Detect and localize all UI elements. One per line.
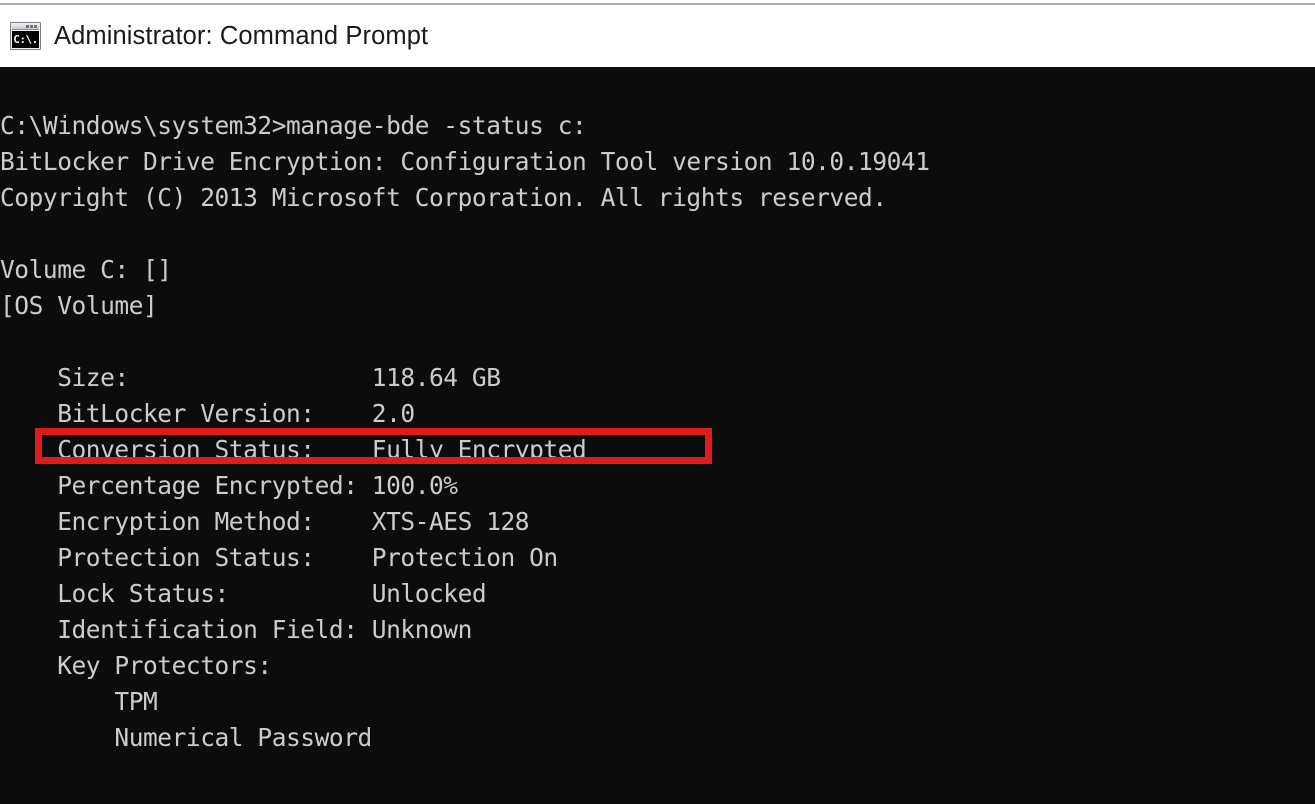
icon-window-buttons <box>26 25 37 28</box>
console-text: C:\Windows\system32>manage-bde -status c… <box>0 111 930 752</box>
command-prompt-icon: C:\. <box>10 22 41 50</box>
console-output-area[interactable]: C:\Windows\system32>manage-bde -status c… <box>0 67 1315 804</box>
window-titlebar[interactable]: C:\. Administrator: Command Prompt <box>0 5 1315 67</box>
command-prompt-window: C:\. Administrator: Command Prompt C:\Wi… <box>0 0 1315 804</box>
icon-console-glyph: C:\. <box>12 31 39 48</box>
window-title: Administrator: Command Prompt <box>54 21 429 50</box>
icon-titlebar-strip <box>12 24 39 30</box>
